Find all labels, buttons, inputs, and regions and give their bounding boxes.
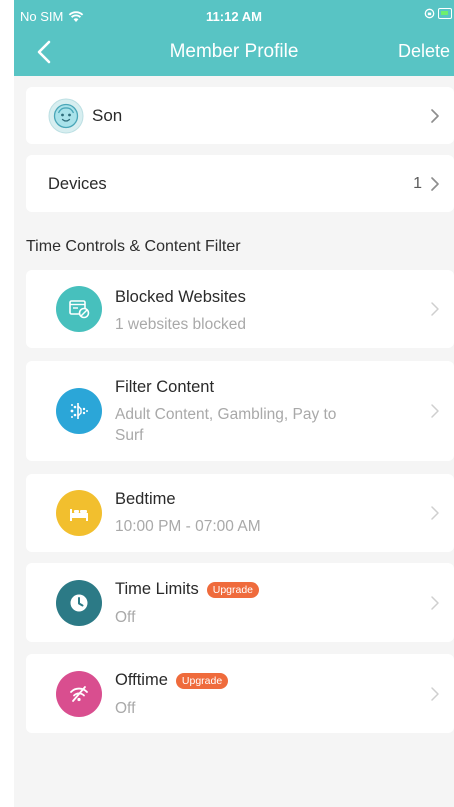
row-subtitle: 10:00 PM - 07:00 AM (115, 518, 261, 535)
chevron-right-icon (431, 177, 439, 191)
chevron-right-icon (431, 506, 439, 520)
row-subtitle: 1 websites blocked (115, 316, 246, 333)
wifi-off-icon (56, 671, 102, 717)
bed-icon (56, 490, 102, 536)
row-title-text: Time Limits (115, 580, 199, 598)
nav-bar: Member Profile Delete (14, 30, 454, 74)
row-subtitle: Off (115, 609, 136, 626)
offtime-row[interactable]: Offtime Upgrade Off (26, 654, 454, 733)
status-bar: No SIM 11:12 AM (14, 0, 454, 28)
header: No SIM 11:12 AM Member Profile Delete (14, 0, 454, 76)
row-title: Blocked Websites (115, 288, 246, 307)
row-subtitle: Off (115, 700, 136, 717)
status-time: 11:12 AM (206, 9, 262, 24)
delete-button[interactable]: Delete (398, 41, 450, 62)
devices-count: 1 (413, 175, 422, 192)
row-title: Offtime Upgrade (115, 671, 229, 690)
row-subtitle: Adult Content, Gambling, Pay to Surf (115, 406, 337, 444)
chevron-right-icon (431, 596, 439, 610)
app-frame: No SIM 11:12 AM Member Profile Delete So… (14, 0, 454, 807)
profile-row[interactable]: Son (26, 87, 454, 144)
avatar-face-icon (48, 98, 84, 134)
devices-row[interactable]: Devices 1 (26, 155, 454, 212)
page-title: Member Profile (169, 41, 299, 62)
row-title-text: Bedtime (115, 490, 176, 508)
bedtime-row[interactable]: Bedtime 10:00 PM - 07:00 AM (26, 474, 454, 552)
blocked-websites-icon (56, 286, 102, 332)
clock-icon (56, 580, 102, 626)
avatar (48, 98, 84, 134)
row-title-text: Blocked Websites (115, 288, 246, 306)
orientation-lock-icon (424, 8, 435, 19)
chevron-right-icon (431, 404, 439, 418)
chevron-right-icon (431, 109, 439, 123)
row-title-text: Offtime (115, 671, 168, 689)
upgrade-badge: Upgrade (206, 581, 260, 598)
upgrade-badge: Upgrade (175, 672, 229, 689)
row-title-text: Filter Content (115, 378, 215, 396)
chevron-right-icon (431, 687, 439, 701)
chevron-right-icon (431, 302, 439, 316)
row-title: Filter Content (115, 378, 214, 397)
row-title: Time Limits Upgrade (115, 580, 260, 599)
filter-content-row[interactable]: Filter Content Adult Content, Gambling, … (26, 361, 454, 461)
filter-content-icon (56, 388, 102, 434)
status-right (424, 8, 452, 19)
section-title: Time Controls & Content Filter (26, 238, 241, 255)
time-limits-row[interactable]: Time Limits Upgrade Off (26, 563, 454, 642)
profile-name: Son (92, 106, 123, 125)
devices-label: Devices (48, 175, 107, 193)
battery-icon (438, 8, 452, 19)
row-title: Bedtime (115, 490, 176, 509)
blocked-websites-row[interactable]: Blocked Websites 1 websites blocked (26, 270, 454, 348)
